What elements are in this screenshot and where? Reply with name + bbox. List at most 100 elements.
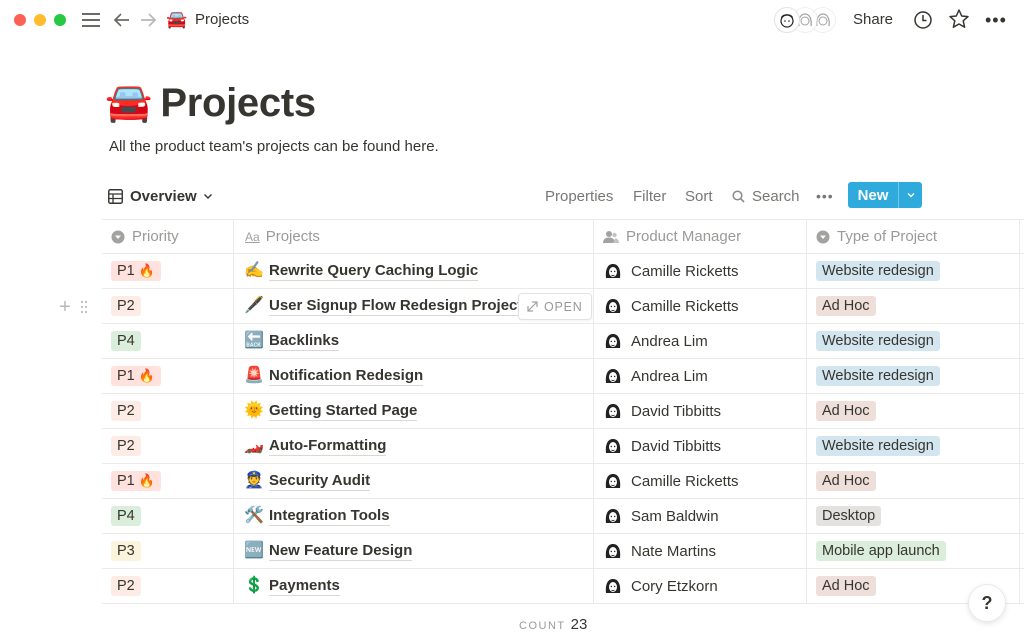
priority-cell[interactable]: P2 — [102, 394, 234, 428]
forward-arrow-icon[interactable] — [137, 9, 159, 31]
maximize-window-button[interactable] — [54, 14, 66, 26]
priority-label: P1 — [117, 368, 135, 384]
project-title-link[interactable]: User Signup Flow Redesign Project — [269, 297, 523, 316]
project-title-link[interactable]: New Feature Design — [269, 542, 413, 561]
minimize-window-button[interactable] — [34, 14, 46, 26]
table-row[interactable]: P2 💲 Payments Cory Etzkorn Ad Hoc — [102, 569, 1024, 604]
table-row[interactable]: P1 🔥 👮 Security Audit Camille Ricketts A… — [102, 464, 1024, 499]
breadcrumb-title[interactable]: Projects — [195, 11, 249, 28]
page-title[interactable]: Projects — [160, 80, 316, 126]
page-description[interactable]: All the product team's projects can be f… — [109, 138, 439, 155]
view-more-options-icon[interactable]: ••• — [816, 182, 834, 210]
search-button[interactable]: Search — [732, 182, 800, 210]
priority-cell[interactable]: P1 🔥 — [102, 254, 234, 288]
priority-label: P1 — [117, 473, 135, 489]
project-cell[interactable]: 🖋️ User Signup Flow Redesign Project OPE… — [234, 289, 594, 323]
type-cell[interactable]: Website redesign — [807, 359, 1020, 393]
project-cell[interactable]: 🏎️ Auto-Formatting — [234, 429, 594, 463]
select-property-icon — [111, 230, 125, 244]
close-window-button[interactable] — [14, 14, 26, 26]
project-cell[interactable]: 🔙 Backlinks — [234, 324, 594, 358]
table-row[interactable]: P4 🛠️ Integration Tools Sam Baldwin Desk… — [102, 499, 1024, 534]
project-title-link[interactable]: Getting Started Page — [269, 402, 418, 421]
table-row[interactable]: P3 🆕 New Feature Design Nate Martins Mob… — [102, 534, 1024, 569]
project-cell[interactable]: 🌞 Getting Started Page — [234, 394, 594, 428]
type-cell[interactable]: Ad Hoc — [807, 394, 1020, 428]
priority-cell[interactable]: P1 🔥 — [102, 464, 234, 498]
favorite-star-icon[interactable] — [948, 8, 970, 30]
open-page-button[interactable]: OPEN — [518, 293, 592, 320]
help-button[interactable]: ? — [968, 584, 1006, 622]
project-title-link[interactable]: Integration Tools — [269, 507, 390, 526]
table-row[interactable]: P1 🔥 ✍️ Rewrite Query Caching Logic Cami… — [102, 254, 1024, 289]
table-row[interactable]: P2 🌞 Getting Started Page David Tibbitts… — [102, 394, 1024, 429]
manager-cell[interactable]: Andrea Lim — [594, 324, 807, 358]
column-header-projects[interactable]: Aa Projects — [234, 220, 594, 253]
priority-cell[interactable]: P1 🔥 — [102, 359, 234, 393]
priority-cell[interactable]: P4 — [102, 324, 234, 358]
priority-cell[interactable]: P2 — [102, 429, 234, 463]
avatar[interactable] — [774, 7, 800, 33]
type-cell[interactable]: Mobile app launch — [807, 534, 1020, 568]
project-cell[interactable]: 🆕 New Feature Design — [234, 534, 594, 568]
priority-label: P2 — [117, 578, 135, 594]
priority-cell[interactable]: P2 — [102, 289, 234, 323]
project-title-link[interactable]: Auto-Formatting — [269, 437, 387, 456]
project-cell[interactable]: 🛠️ Integration Tools — [234, 499, 594, 533]
sort-button[interactable]: Sort — [685, 182, 713, 210]
manager-cell[interactable]: Camille Ricketts — [594, 289, 807, 323]
page-icon[interactable]: 🚘 — [105, 80, 152, 126]
type-cell[interactable]: Ad Hoc — [807, 289, 1020, 323]
manager-cell[interactable]: Andrea Lim — [594, 359, 807, 393]
collaborator-avatars[interactable] — [774, 7, 836, 35]
filter-button[interactable]: Filter — [633, 182, 666, 210]
project-cell[interactable]: 🚨 Notification Redesign — [234, 359, 594, 393]
type-cell[interactable]: Website redesign — [807, 429, 1020, 463]
priority-cell[interactable]: P2 — [102, 569, 234, 603]
new-button[interactable]: New — [848, 182, 898, 208]
more-options-icon[interactable]: ••• — [985, 10, 1007, 30]
column-header-product-manager[interactable]: Product Manager — [594, 220, 807, 253]
manager-cell[interactable]: Camille Ricketts — [594, 464, 807, 498]
new-dropdown-button[interactable] — [898, 182, 922, 208]
sidebar-toggle-icon[interactable] — [80, 9, 102, 31]
drag-handle-icon[interactable] — [80, 300, 88, 314]
project-title-link[interactable]: Security Audit — [269, 472, 371, 491]
view-name: Overview — [130, 187, 197, 205]
manager-cell[interactable]: David Tibbitts — [594, 429, 807, 463]
history-clock-icon[interactable] — [913, 10, 933, 30]
type-cell[interactable]: Desktop — [807, 499, 1020, 533]
column-header-priority[interactable]: Priority — [102, 220, 234, 253]
project-cell[interactable]: 💲 Payments — [234, 569, 594, 603]
manager-cell[interactable]: David Tibbitts — [594, 394, 807, 428]
project-title-link[interactable]: Rewrite Query Caching Logic — [269, 262, 479, 281]
project-title-link[interactable]: Payments — [269, 577, 340, 596]
page-header: 🚘 Projects — [105, 80, 316, 126]
column-header-type-of-project[interactable]: Type of Project — [807, 220, 1020, 253]
type-cell[interactable]: Website redesign — [807, 254, 1020, 288]
add-row-icon[interactable]: + — [58, 297, 72, 317]
project-title-link[interactable]: Notification Redesign — [269, 367, 424, 386]
share-button[interactable]: Share — [853, 11, 893, 28]
breadcrumb-page-icon[interactable]: 🚘 — [166, 10, 187, 30]
manager-cell[interactable]: Cory Etzkorn — [594, 569, 807, 603]
table-row[interactable]: P2 🏎️ Auto-Formatting David Tibbitts Web… — [102, 429, 1024, 464]
priority-cell[interactable]: P4 — [102, 499, 234, 533]
project-cell[interactable]: 👮 Security Audit — [234, 464, 594, 498]
table-row[interactable]: P4 🔙 Backlinks Andrea Lim Website redesi… — [102, 324, 1024, 359]
view-selector[interactable]: Overview — [108, 182, 213, 210]
project-cell[interactable]: ✍️ Rewrite Query Caching Logic — [234, 254, 594, 288]
manager-cell[interactable]: Sam Baldwin — [594, 499, 807, 533]
type-cell[interactable]: Ad Hoc — [807, 464, 1020, 498]
title-bar: 🚘 Projects Share ••• — [0, 0, 1024, 42]
table-row[interactable]: P2 🖋️ User Signup Flow Redesign Project … — [59, 289, 1024, 324]
back-arrow-icon[interactable] — [111, 9, 133, 31]
priority-cell[interactable]: P3 — [102, 534, 234, 568]
manager-cell[interactable]: Nate Martins — [594, 534, 807, 568]
count-summary[interactable]: COUNT 23 — [519, 616, 587, 633]
type-cell[interactable]: Website redesign — [807, 324, 1020, 358]
properties-button[interactable]: Properties — [545, 182, 613, 210]
manager-cell[interactable]: Camille Ricketts — [594, 254, 807, 288]
table-row[interactable]: P1 🔥 🚨 Notification Redesign Andrea Lim … — [102, 359, 1024, 394]
project-title-link[interactable]: Backlinks — [269, 332, 340, 351]
